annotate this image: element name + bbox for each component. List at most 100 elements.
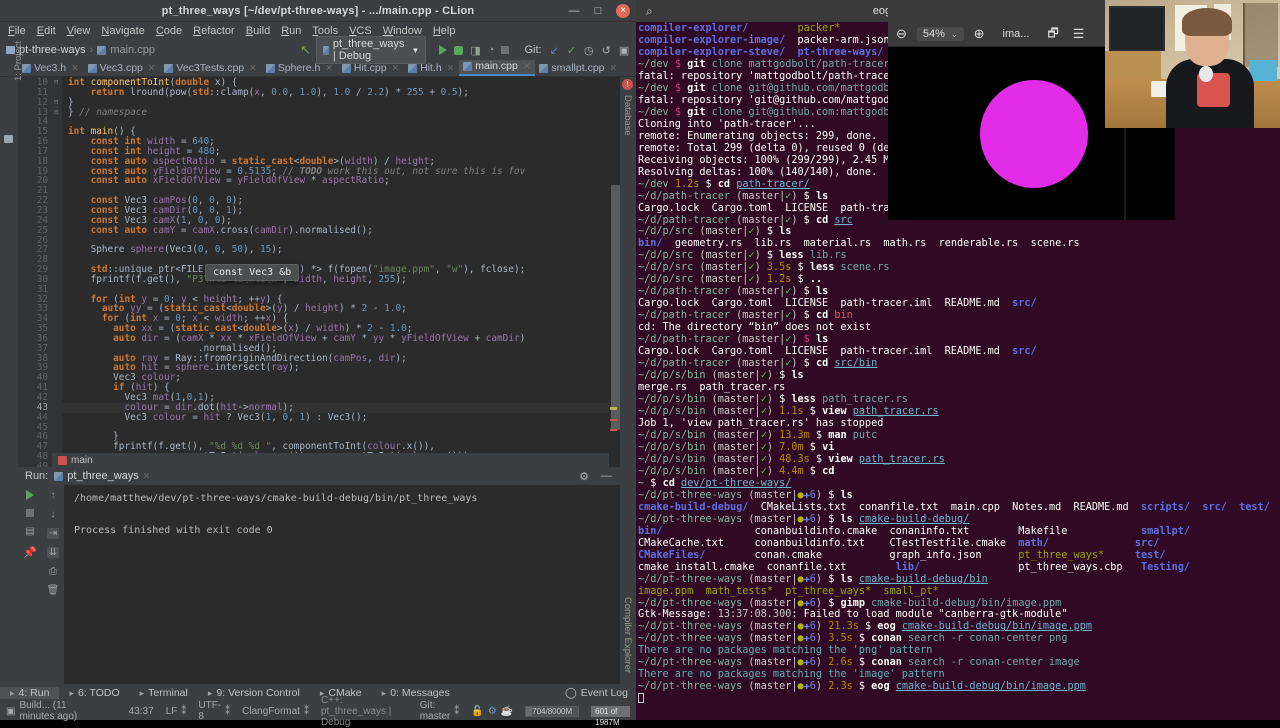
clear-all-button[interactable]: 🗑 [47, 585, 60, 596]
menu-item-file[interactable]: File [8, 25, 26, 37]
menu-item-build[interactable]: Build [246, 25, 270, 37]
error-marker[interactable] [610, 419, 617, 421]
lock-icon[interactable]: 🔓 [471, 706, 483, 717]
memory-indicator-2[interactable]: 601 of 1987M [585, 705, 636, 727]
error-badge-icon[interactable]: ! [622, 79, 633, 90]
code-line[interactable]: } // namespace [62, 107, 609, 118]
file-encoding[interactable]: UTF-8 ⁑ [192, 700, 236, 722]
code-style[interactable]: ClangFormat ⁑ [236, 706, 315, 717]
menu-item-code[interactable]: Code [156, 25, 182, 37]
run-tab[interactable]: pt_three_ways ✕ [54, 470, 150, 482]
minimize-button[interactable]: — [568, 5, 580, 17]
code-line[interactable]: const auto camY = camX.cross(camDir).nor… [62, 225, 609, 236]
menu-item-navigate[interactable]: Navigate [101, 25, 144, 37]
git-history-icon[interactable]: ◷ [584, 44, 594, 57]
tool-window-todo[interactable]: ▸ 6: TODO [59, 687, 129, 699]
error-stripe-scrollbar[interactable] [609, 77, 620, 467]
menu-item-view[interactable]: View [67, 25, 91, 37]
layout-button[interactable]: ▤ [25, 526, 34, 537]
run-button[interactable] [439, 45, 448, 55]
code-line[interactable] [62, 117, 609, 127]
git-update-icon[interactable]: ↙ [550, 44, 559, 57]
sidebar-item-database[interactable]: Database [622, 95, 633, 136]
git-branch[interactable]: Git: master ⁑ [414, 700, 466, 722]
tool-window-versioncontrol[interactable]: ▸ 9: Version Control [198, 687, 310, 699]
run-tab-label: pt_three_ways [67, 470, 139, 482]
terminal-icon[interactable]: ▣ [619, 44, 629, 57]
close-icon[interactable]: ✕ [325, 63, 333, 74]
menu-item-run[interactable]: Run [281, 25, 301, 37]
code-line[interactable] [62, 423, 609, 433]
close-icon[interactable]: ✕ [447, 63, 455, 74]
close-icon[interactable]: ✕ [71, 63, 79, 74]
search-icon[interactable]: ⌕ [646, 4, 653, 19]
profile-button[interactable]: ◔ [488, 44, 495, 56]
zoom-in-icon[interactable]: ⊕ [974, 26, 985, 42]
editor-scrollbar-thumb[interactable] [611, 185, 620, 430]
run-config-selector[interactable]: pt_three_ways | Debug ▼ [315, 36, 427, 64]
gear-icon[interactable]: ⚙ [579, 470, 589, 483]
menu-item-edit[interactable]: Edit [37, 25, 56, 37]
warning-marker[interactable] [610, 407, 617, 410]
build-configuration[interactable]: C++: pt_three_ways | Debug [315, 695, 414, 728]
plugins-icon[interactable]: ⚙ [488, 706, 497, 717]
maximize-button[interactable]: □ [592, 5, 604, 17]
line-separator[interactable]: LF ⁑ [160, 706, 193, 717]
console-output[interactable]: /home/matthew/dev/pt-three-ways/cmake-bu… [64, 485, 620, 684]
scroll-down-button[interactable]: ↓ [51, 509, 56, 520]
hamburger-menu-icon[interactable]: ☰ [1073, 26, 1085, 42]
git-commit-icon[interactable]: ✓ [567, 44, 576, 57]
print-button[interactable]: ⎙ [49, 566, 57, 577]
close-icon[interactable]: ✕ [148, 63, 156, 74]
debug-button[interactable] [454, 45, 464, 55]
code-line[interactable]: Sphere sphere(Vec3(0, 0, 50), 15); [62, 245, 609, 255]
git-rollback-icon[interactable]: ↺ [602, 44, 611, 57]
breadcrumb-file[interactable]: main.cpp [110, 44, 155, 56]
stop-process-button[interactable] [26, 509, 34, 517]
build-status[interactable]: ▣ Build... (11 minutes ago) [0, 700, 95, 722]
code-line[interactable]: fprintf(f.get(), "P3\n%d %d\n%d\n", widt… [62, 274, 609, 285]
close-icon[interactable]: ✕ [392, 63, 400, 74]
tshirt-graphic-2 [1199, 65, 1213, 82]
scroll-up-button[interactable]: ↑ [51, 490, 56, 501]
pin-button[interactable]: 📌 [23, 546, 37, 559]
memory-gauge[interactable]: 704/8000M [525, 705, 580, 717]
editor-area: 1: Project 10 11 12 13 14 15 16 17 18 19 20 21 22 23 2… [0, 41, 636, 673]
breadcrumb-project[interactable]: pt-three-ways [19, 44, 86, 56]
editor-breadcrumb[interactable]: main [52, 453, 609, 467]
close-button[interactable]: × [616, 4, 630, 18]
minimize-icon[interactable]: — [601, 470, 612, 483]
editor-tab-vec3-h[interactable]: Vec3.h ✕ [18, 61, 84, 76]
editor-tab-vec3-cpp[interactable]: Vec3.cpp ✕ [84, 61, 161, 76]
code-folding-column[interactable]: ⊟ ⊟ ⊟ [52, 77, 62, 467]
close-icon[interactable]: ✕ [143, 471, 151, 482]
error-marker[interactable] [610, 429, 617, 431]
memory-indicator-group[interactable]: 704/8000M [519, 705, 585, 717]
sidebar-item-project[interactable]: 1: Project [13, 41, 24, 81]
code-line[interactable]: Vec3 colour = hit ? Vec3(1, 0, 1) : Vec3… [62, 412, 609, 423]
stop-button[interactable] [501, 46, 510, 54]
caret-position[interactable]: 43:37 [123, 706, 160, 717]
git-branch-label: Git: master [419, 700, 451, 722]
scroll-to-end-button[interactable]: ⇊ [46, 547, 60, 558]
tips-icon[interactable]: ☕ [501, 706, 513, 717]
zoom-out-icon[interactable]: ⊖ [896, 26, 907, 42]
close-icon[interactable]: ✕ [249, 63, 257, 74]
zoom-selector[interactable]: 54% ⌄ [916, 27, 964, 41]
editor-tab-vec3tests-cpp[interactable]: Vec3Tests.cpp ✕ [160, 61, 261, 76]
source-code[interactable]: int componentToInt(double x) { return lr… [62, 77, 609, 467]
run-with-coverage-button[interactable]: ◨ [470, 44, 480, 57]
memory-gauge-2[interactable]: 601 of 1987M [591, 705, 630, 727]
tool-window-terminal[interactable]: ▸ Terminal [130, 687, 198, 699]
rerun-button[interactable] [26, 490, 34, 500]
tool-window-run[interactable]: ▸ 4: Run [0, 687, 60, 699]
menu-item-refactor[interactable]: Refactor [193, 25, 235, 37]
soft-wrap-button[interactable]: ⇥ [46, 528, 60, 539]
event-log-button[interactable]: ◯ Event Log [565, 687, 628, 699]
close-icon[interactable]: ✕ [610, 63, 618, 74]
back-arrow-icon[interactable]: ↖ [300, 42, 311, 58]
sidebar-item-compiler-explorer[interactable]: Compiler Explorer [622, 597, 633, 673]
code-line[interactable]: return lround(pow(std::clamp(x, 0.0, 1.0… [62, 87, 609, 98]
code-line[interactable]: const auto xFieldOfView = yFieldOfView *… [62, 176, 609, 186]
gallery-icon[interactable]: 🗗 [1047, 24, 1058, 45]
